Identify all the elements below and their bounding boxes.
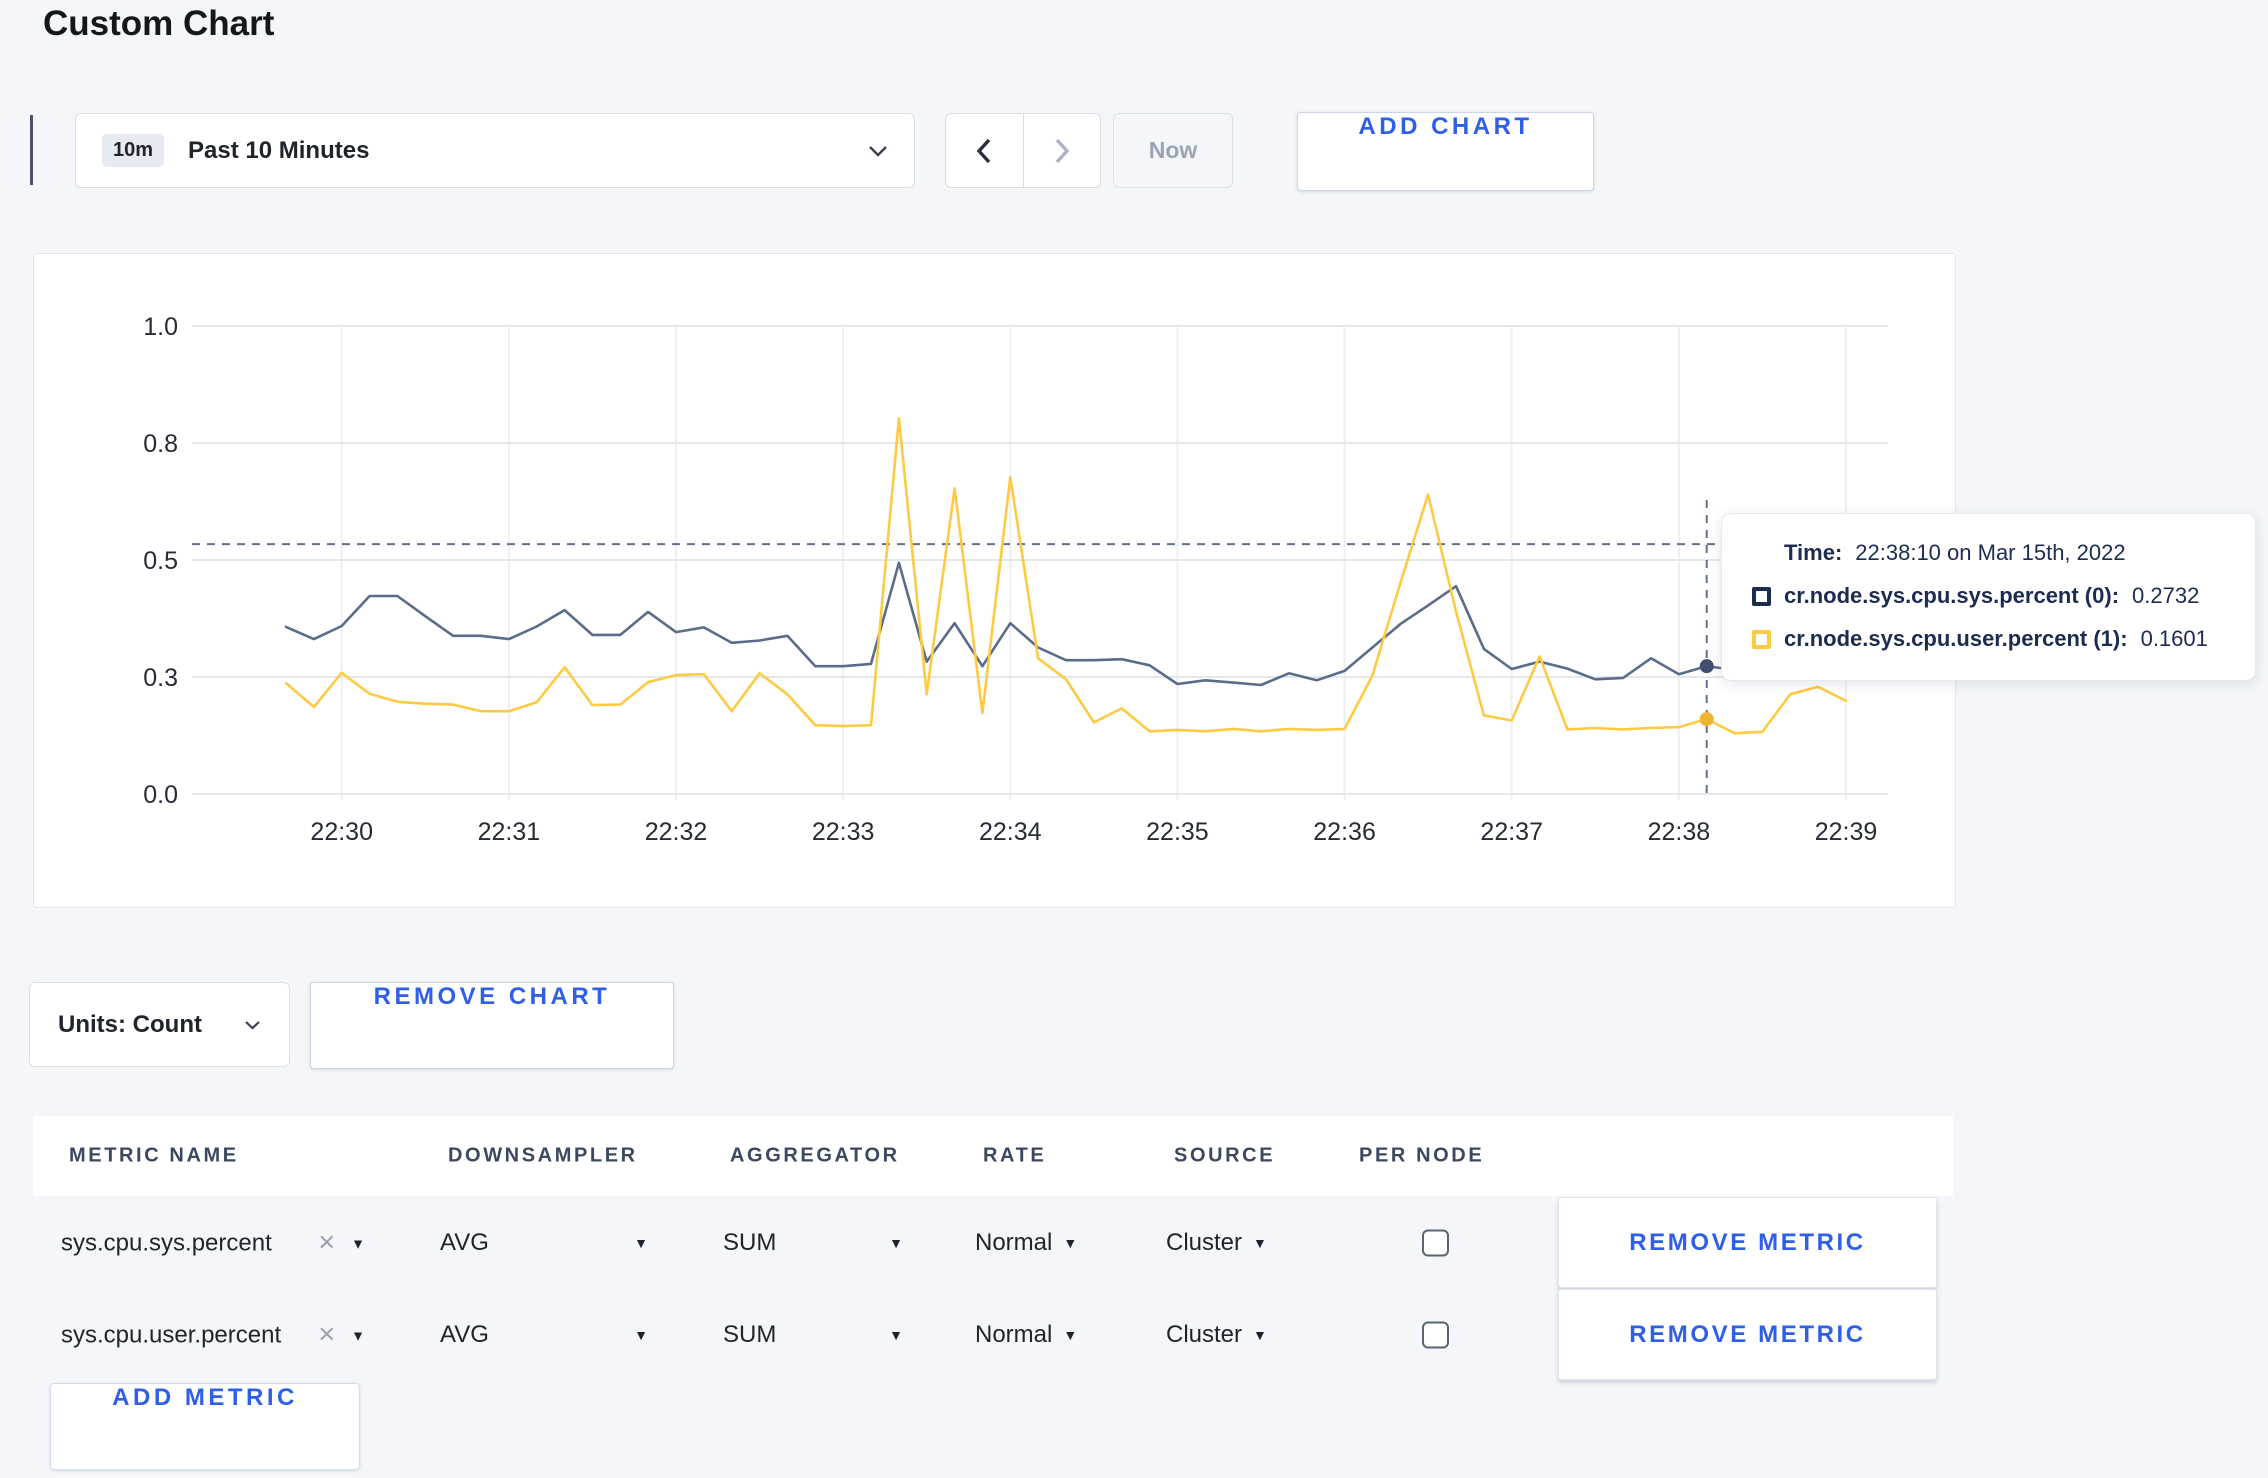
crosshair-dot-cr.node.sys.cpu.user.percent [1699,712,1714,727]
y-tick-label: 0.0 [143,781,178,809]
tooltip-sys-label: cr.node.sys.cpu.sys.percent (0): [1784,583,2120,608]
caret-down-icon: ▼ [1253,1235,1267,1251]
source-select[interactable]: Cluster ▼ [1166,1321,1267,1349]
remove-chart-button[interactable]: REMOVE CHART [310,982,674,1069]
col-header-rate: RATE [983,1144,1047,1167]
caret-down-icon: ▼ [1253,1327,1267,1343]
remove-metric-button[interactable]: REMOVE METRIC [1558,1289,1937,1380]
source-select[interactable]: Cluster ▼ [1166,1229,1267,1257]
metric-row: sys.cpu.sys.percent × ▼ AVG ▼ SUM ▼ Norm… [0,1197,2268,1288]
remove-chart-label: REMOVE CHART [373,983,611,1010]
x-tick-label: 22:31 [478,818,541,846]
per-node-checkbox[interactable] [1422,1321,1449,1349]
metric-name-select[interactable]: sys.cpu.user.percent × ▼ [61,1320,365,1350]
caret-down-icon: ▼ [889,1327,903,1343]
tooltip-series-row: cr.node.sys.cpu.sys.percent (0): 0.2732 [1752,583,2225,609]
col-header-aggregator: AGGREGATOR [730,1144,900,1167]
caret-down-icon: ▼ [351,1235,365,1251]
x-tick-label: 22:35 [1146,818,1209,846]
col-header-metric-name: METRIC NAME [69,1144,239,1167]
x-tick-label: 22:30 [310,818,373,846]
units-label: Units: Count [58,1010,202,1038]
y-tick-label: 1.0 [143,313,178,341]
metric-name-value: sys.cpu.sys.percent [61,1229,272,1256]
x-tick-label: 22:39 [1815,818,1878,846]
add-metric-button[interactable]: ADD METRIC [50,1383,360,1470]
downsampler-value: AVG [440,1229,489,1256]
tooltip-user-label: cr.node.sys.cpu.user.percent (1): [1784,626,2128,651]
tooltip-time-label: Time: [1784,540,1843,565]
clear-metric-icon[interactable]: × [318,1228,335,1258]
y-tick-label: 0.5 [143,547,178,575]
caret-down-icon: ▼ [634,1327,648,1343]
remove-metric-button[interactable]: REMOVE METRIC [1558,1197,1937,1288]
aggregator-value: SUM [723,1321,777,1348]
per-node-checkbox[interactable] [1422,1229,1449,1257]
tooltip-user-value: 0.1601 [2140,626,2208,651]
rate-value: Normal [975,1321,1053,1348]
remove-metric-label: REMOVE METRIC [1629,1320,1866,1348]
metrics-table-header: METRIC NAME DOWNSAMPLER AGGREGATOR RATE … [33,1116,1953,1196]
rate-select[interactable]: Normal ▼ [975,1321,1077,1349]
x-tick-label: 22:32 [645,818,708,846]
caret-down-icon: ▼ [889,1235,903,1251]
tooltip-time-row: Time: 22:38:10 on Mar 15th, 2022 [1752,540,2225,566]
series-line-cr.node.sys.cpu.sys.percent [284,561,1848,687]
tooltip-time-value: 22:38:10 on Mar 15th, 2022 [1855,540,2126,565]
chevron-down-icon [245,1020,260,1029]
col-header-downsampler: DOWNSAMPLER [448,1144,638,1167]
source-value: Cluster [1166,1321,1243,1348]
tooltip-sys-value: 0.2732 [2132,583,2200,608]
clear-metric-icon[interactable]: × [318,1320,335,1350]
source-value: Cluster [1166,1229,1243,1256]
crosshair-dot-cr.node.sys.cpu.sys.percent [1699,659,1714,674]
caret-down-icon: ▼ [634,1235,648,1251]
x-tick-label: 22:38 [1648,818,1711,846]
custom-chart-page: Custom Chart 10m Past 10 Minutes Now ADD… [0,0,2268,1478]
x-tick-label: 22:36 [1313,818,1376,846]
rate-select[interactable]: Normal ▼ [975,1229,1077,1257]
units-dropdown[interactable]: Units: Count [29,982,290,1067]
tooltip-series-row: cr.node.sys.cpu.user.percent (1): 0.1601 [1752,626,2225,652]
aggregator-select[interactable]: SUM ▼ [723,1321,903,1349]
downsampler-select[interactable]: AVG ▼ [440,1229,648,1257]
col-header-per-node: PER NODE [1359,1144,1485,1167]
caret-down-icon: ▼ [1063,1327,1078,1343]
x-tick-label: 22:34 [979,818,1042,846]
rate-value: Normal [975,1229,1053,1256]
caret-down-icon: ▼ [351,1327,365,1343]
x-tick-label: 22:33 [812,818,875,846]
x-tick-label: 22:37 [1480,818,1543,846]
caret-down-icon: ▼ [1063,1235,1078,1251]
aggregator-value: SUM [723,1229,777,1256]
chart-tooltip: Time: 22:38:10 on Mar 15th, 2022 cr.node… [1721,513,2256,681]
user-series-swatch-icon [1752,629,1771,649]
sys-series-swatch-icon [1752,586,1771,606]
col-header-source: SOURCE [1174,1144,1276,1167]
series-line-cr.node.sys.cpu.user.percent [284,416,1848,735]
metric-name-value: sys.cpu.user.percent [61,1321,282,1348]
metric-row: sys.cpu.user.percent × ▼ AVG ▼ SUM ▼ Nor… [0,1289,2268,1380]
y-tick-label: 0.8 [143,430,178,458]
add-metric-label: ADD METRIC [112,1384,298,1411]
downsampler-select[interactable]: AVG ▼ [440,1321,648,1349]
aggregator-select[interactable]: SUM ▼ [723,1229,903,1257]
metric-name-select[interactable]: sys.cpu.sys.percent × ▼ [61,1228,365,1258]
y-tick-label: 0.3 [143,664,178,692]
remove-metric-label: REMOVE METRIC [1629,1228,1866,1256]
downsampler-value: AVG [440,1321,489,1348]
